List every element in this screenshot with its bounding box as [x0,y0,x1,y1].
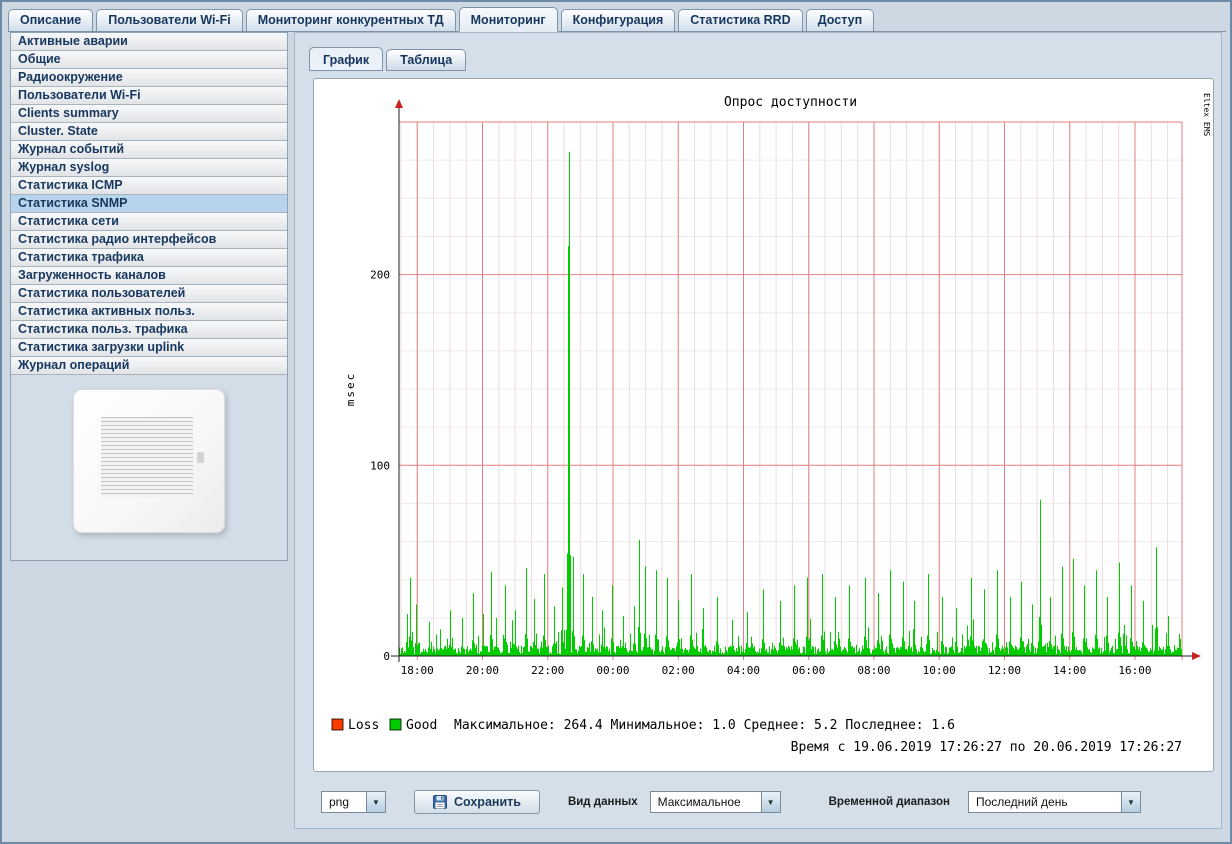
svg-text:22:00: 22:00 [531,664,564,677]
data-view-select-value: Максимальное [651,792,761,812]
sidebar-item-статистика-snmp[interactable]: Статистика SNMP [11,195,287,213]
range-select[interactable]: Последний день ▼ [968,791,1141,813]
monitoring-panel: ГрафикТаблица 0 100 200 18:00 20:00 22:00 00:0… [294,32,1222,829]
svg-text:10:00: 10:00 [923,664,956,677]
svg-text:msec: msec [344,372,357,407]
sidebar-item-пользователи-wi-fi[interactable]: Пользователи Wi-Fi [11,87,287,105]
device-led [197,452,204,463]
sidebar-item-статистика-радио-интерфейсов[interactable]: Статистика радио интерфейсов [11,231,287,249]
svg-text:Опрос доступности: Опрос доступности [724,95,857,110]
svg-text:18:00: 18:00 [401,664,434,677]
tab-мониторинг[interactable]: Мониторинг [459,7,558,32]
sidebar-item-статистика-пользователей[interactable]: Статистика пользователей [11,285,287,303]
sidebar-item-статистика-польз-трафика[interactable]: Статистика польз. трафика [11,321,287,339]
sidebar-item-журнал-событий[interactable]: Журнал событий [11,141,287,159]
svg-text:02:00: 02:00 [662,664,695,677]
tab-конфигурация[interactable]: Конфигурация [561,9,676,31]
svg-text:Время с 19.06.2019 17:26:27 по: Время с 19.06.2019 17:26:27 по 20.06.201… [791,740,1182,755]
svg-text:12:00: 12:00 [988,664,1021,677]
chart-controls: png ▼ Сохранить Вид данных Максимальное … [321,789,1209,815]
range-label: Временной диапазон [829,796,950,808]
svg-text:200: 200 [370,269,390,282]
tab-описание[interactable]: Описание [8,9,93,31]
sidebar-item-журнал-операций[interactable]: Журнал операций [11,357,287,375]
format-select[interactable]: png ▼ [321,791,386,813]
sidebar-item-радиоокружение[interactable]: Радиоокружение [11,69,287,87]
svg-text:08:00: 08:00 [857,664,890,677]
svg-text:00:00: 00:00 [596,664,629,677]
save-icon [433,795,447,809]
range-select-value: Последний день [969,792,1121,812]
svg-text:16:00: 16:00 [1118,664,1151,677]
chart-tab-bar: ГрафикТаблица [309,47,466,71]
svg-text:14:00: 14:00 [1053,664,1086,677]
app-window: ОписаниеПользователи Wi-FiМониторинг кон… [0,0,1232,844]
tab-мониторинг-конкурентных-тд[interactable]: Мониторинг конкурентных ТД [246,9,456,31]
sidebar-item-cluster-state[interactable]: Cluster. State [11,123,287,141]
save-button[interactable]: Сохранить [414,790,540,814]
sidebar-item-статистика-сети[interactable]: Статистика сети [11,213,287,231]
tab-статистика-rrd[interactable]: Статистика RRD [678,9,802,31]
sidebar-item-статистика-трафика[interactable]: Статистика трафика [11,249,287,267]
svg-text:06:00: 06:00 [792,664,825,677]
sidebar-item-статистика-загрузки-uplink[interactable]: Статистика загрузки uplink [11,339,287,357]
svg-text:0: 0 [383,650,390,663]
device-grille [101,417,193,497]
access-point-image [73,389,225,533]
chevron-down-icon[interactable]: ▼ [366,792,385,812]
svg-text:Loss: Loss [348,718,379,733]
svg-text:Good: Good [406,718,437,733]
svg-text:Максимальное: 264.4 Минималь: Максимальное: 264.4 Минимальное: 1.0 Сре… [454,718,955,733]
sidebar-item-статистика-icmp[interactable]: Статистика ICMP [11,177,287,195]
top-tab-bar: ОписаниеПользователи Wi-FiМониторинг кон… [8,6,1226,32]
chart-tab-график[interactable]: График [309,47,383,71]
sidebar-item-статистика-активных-польз-[interactable]: Статистика активных польз. [11,303,287,321]
chevron-down-icon[interactable]: ▼ [1121,792,1140,812]
sidebar-item-общие[interactable]: Общие [11,51,287,69]
data-view-label: Вид данных [568,796,638,808]
chart-tab-таблица[interactable]: Таблица [386,49,466,71]
sidebar-item-журнал-syslog[interactable]: Журнал syslog [11,159,287,177]
tab-пользователи-wi-fi[interactable]: Пользователи Wi-Fi [96,9,243,31]
save-button-label: Сохранить [454,795,521,809]
data-view-select[interactable]: Максимальное ▼ [650,791,781,813]
sidebar-item-clients-summary[interactable]: Clients summary [11,105,287,123]
chevron-down-icon[interactable]: ▼ [761,792,780,812]
chart-panel: 0 100 200 18:00 20:00 22:00 00:00 02:00 04:00 06:… [313,78,1214,772]
sidebar-panel: Активные аварииОбщиеРадиоокружениеПользо… [10,32,288,561]
sidebar-list: Активные аварииОбщиеРадиоокружениеПользо… [11,33,287,375]
sidebar-item-загруженность-каналов[interactable]: Загруженность каналов [11,267,287,285]
availability-chart: 0 100 200 18:00 20:00 22:00 00:00 02:00 04:00 06:… [314,79,1213,771]
svg-text:Eltex EMS: Eltex EMS [1202,93,1211,137]
format-select-value: png [322,792,366,812]
tab-доступ[interactable]: Доступ [806,9,874,31]
sidebar-item-активные-аварии[interactable]: Активные аварии [11,33,287,51]
svg-text:20:00: 20:00 [466,664,499,677]
svg-text:04:00: 04:00 [727,664,760,677]
svg-text:100: 100 [370,459,390,472]
